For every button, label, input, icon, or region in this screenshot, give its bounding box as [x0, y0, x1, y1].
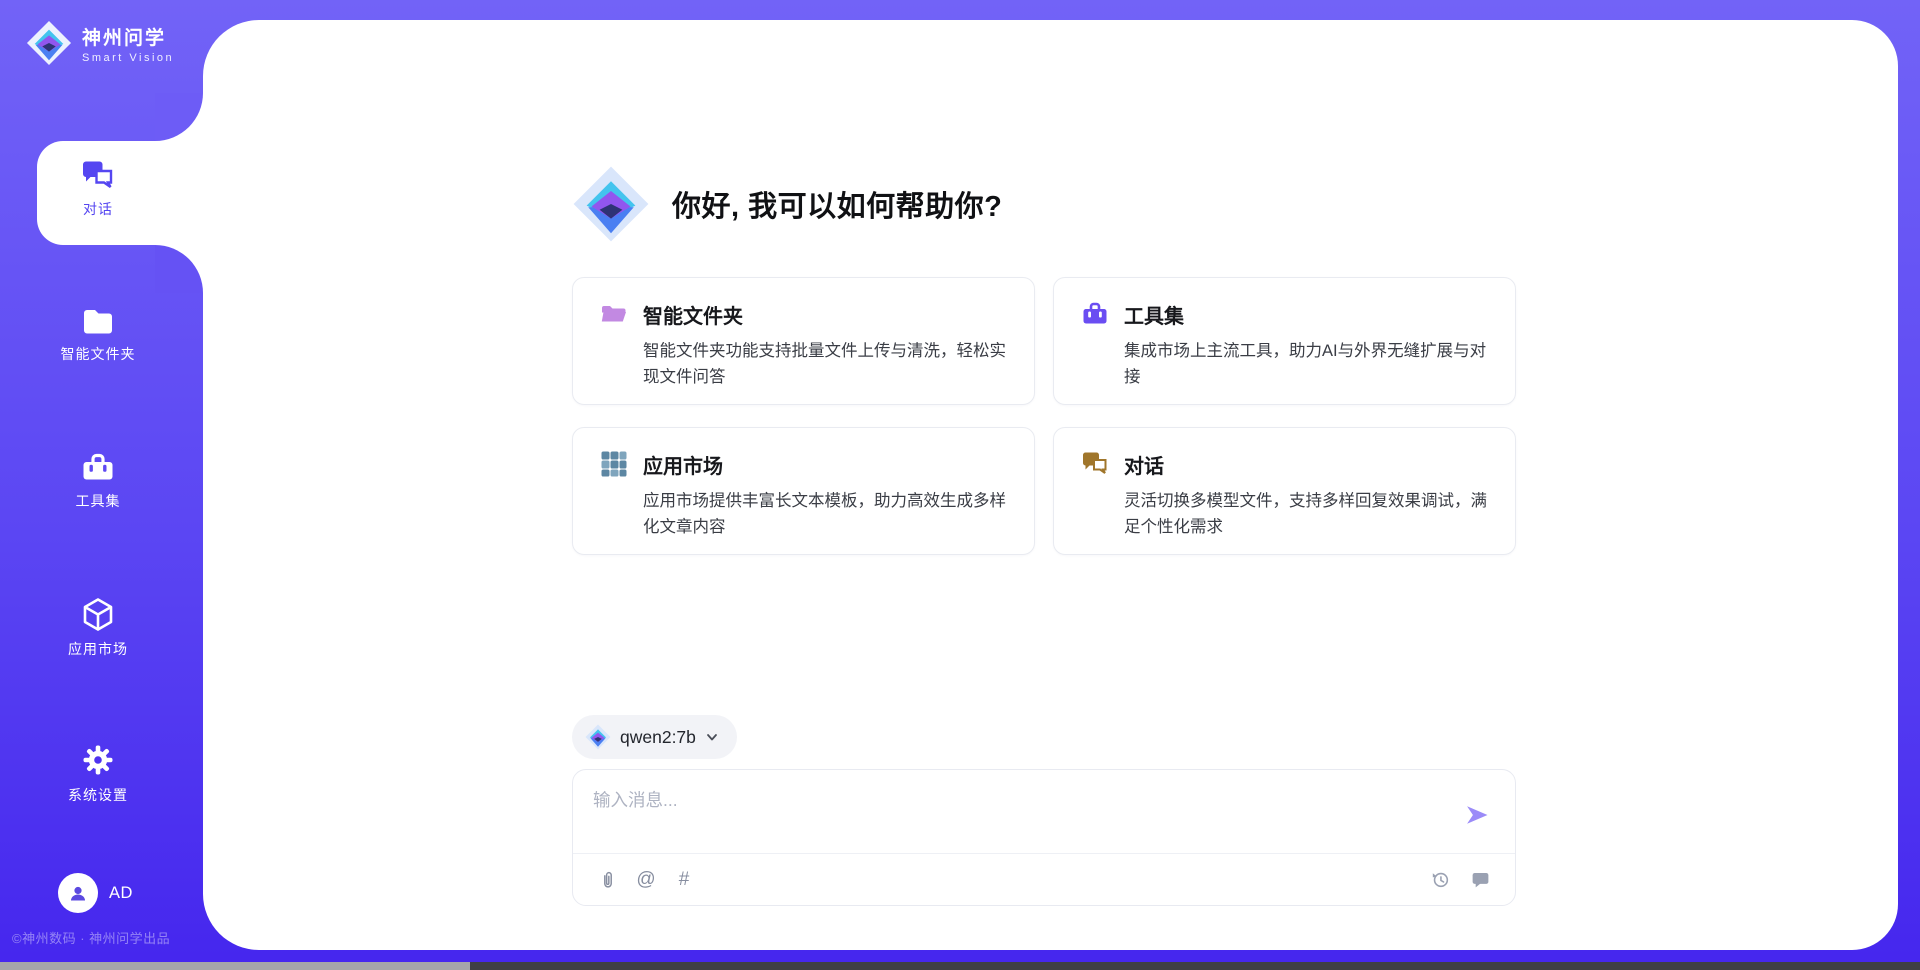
brand-name: 神州问学 [82, 23, 174, 50]
brand-diamond-icon [572, 165, 650, 243]
sidebar-item-label: 应用市场 [68, 639, 128, 659]
sidebar-item-label: 工具集 [76, 491, 121, 511]
card-title: 应用市场 [643, 450, 723, 479]
app-logo: 神州问学 Smart Vision [26, 20, 174, 66]
folder-open-icon [599, 299, 629, 329]
main-content: 你好, 我可以如何帮助你? 智能文件夹 智能文件夹功能支持批量文件上传与清洗，轻… [572, 20, 1516, 950]
topic-button[interactable]: # [671, 867, 697, 893]
sidebar-item-label: 智能文件夹 [61, 344, 136, 364]
new-chat-button[interactable] [1467, 867, 1493, 893]
mention-button[interactable]: @ [633, 867, 659, 893]
chevron-down-icon [705, 730, 719, 744]
card-toolset[interactable]: 工具集 集成市场上主流工具，助力AI与外界无缝扩展与对接 [1053, 277, 1516, 405]
sidebar-item-label: 系统设置 [68, 785, 128, 805]
brand-subtitle: Smart Vision [82, 52, 174, 64]
chat-icon [79, 158, 117, 192]
sidebar-item-chat[interactable]: 对话 [0, 158, 196, 219]
main-panel: 你好, 我可以如何帮助你? 智能文件夹 智能文件夹功能支持批量文件上传与清洗，轻… [203, 20, 1898, 950]
card-description: 智能文件夹功能支持批量文件上传与清洗，轻松实现文件问答 [643, 338, 1008, 391]
card-description: 灵活切换多模型文件，支持多样回复效果调试，满足个性化需求 [1124, 488, 1489, 541]
model-diamond-icon [585, 724, 611, 750]
composer-area: qwen2:7b @ [572, 715, 1516, 950]
card-title: 智能文件夹 [643, 300, 743, 329]
gear-icon [80, 742, 116, 778]
sidebar-item-settings[interactable]: 系统设置 [0, 742, 196, 805]
card-app-market[interactable]: 应用市场 应用市场提供丰富长文本模板，助力高效生成多样化文章内容 [572, 427, 1035, 555]
scrollbar-thumb[interactable] [0, 962, 470, 970]
card-chat[interactable]: 对话 灵活切换多模型文件，支持多样回复效果调试，满足个性化需求 [1053, 427, 1516, 555]
toolbox-icon [1080, 299, 1110, 329]
composer-toolbar: @ # [573, 853, 1515, 905]
feature-cards: 智能文件夹 智能文件夹功能支持批量文件上传与清洗，轻松实现文件问答 工具集 集成… [572, 277, 1516, 555]
toolbox-icon [79, 450, 117, 484]
sidebar-item-smart-folder[interactable]: 智能文件夹 [0, 305, 196, 364]
horizontal-scrollbar [0, 962, 1920, 970]
message-input[interactable] [593, 787, 1453, 845]
chat-bubble-icon [1470, 869, 1491, 890]
page-title: 你好, 我可以如何帮助你? [672, 183, 1002, 225]
chat-icon [1080, 449, 1110, 479]
user-profile[interactable]: AD [58, 873, 133, 913]
message-composer: @ # [572, 769, 1516, 906]
card-title: 对话 [1124, 450, 1164, 479]
model-selector[interactable]: qwen2:7b [572, 715, 737, 759]
history-clock-icon [1430, 869, 1451, 890]
cube-icon [79, 596, 117, 632]
greeting-row: 你好, 我可以如何帮助你? [572, 165, 1516, 243]
card-description: 集成市场上主流工具，助力AI与外界无缝扩展与对接 [1124, 338, 1489, 391]
card-title: 工具集 [1124, 300, 1184, 329]
folder-icon [79, 305, 117, 337]
sidebar-item-app-market[interactable]: 应用市场 [0, 596, 196, 659]
sidebar-item-label: 对话 [83, 199, 113, 219]
sidebar-item-toolset[interactable]: 工具集 [0, 450, 196, 511]
avatar [58, 873, 98, 913]
copyright-text: ©神州数码 · 神州问学出品 [12, 928, 202, 947]
brand-diamond-icon [26, 20, 72, 66]
model-name: qwen2:7b [620, 727, 696, 748]
user-initials: AD [109, 884, 133, 903]
card-description: 应用市场提供丰富长文本模板，助力高效生成多样化文章内容 [643, 488, 1008, 541]
send-button[interactable] [1461, 799, 1493, 831]
grid-icon [599, 449, 629, 479]
history-button[interactable] [1427, 867, 1453, 893]
send-icon [1463, 801, 1491, 829]
person-icon [66, 881, 90, 905]
paperclip-icon [597, 869, 619, 891]
attachment-button[interactable] [595, 867, 621, 893]
card-smart-folder[interactable]: 智能文件夹 智能文件夹功能支持批量文件上传与清洗，轻松实现文件问答 [572, 277, 1035, 405]
